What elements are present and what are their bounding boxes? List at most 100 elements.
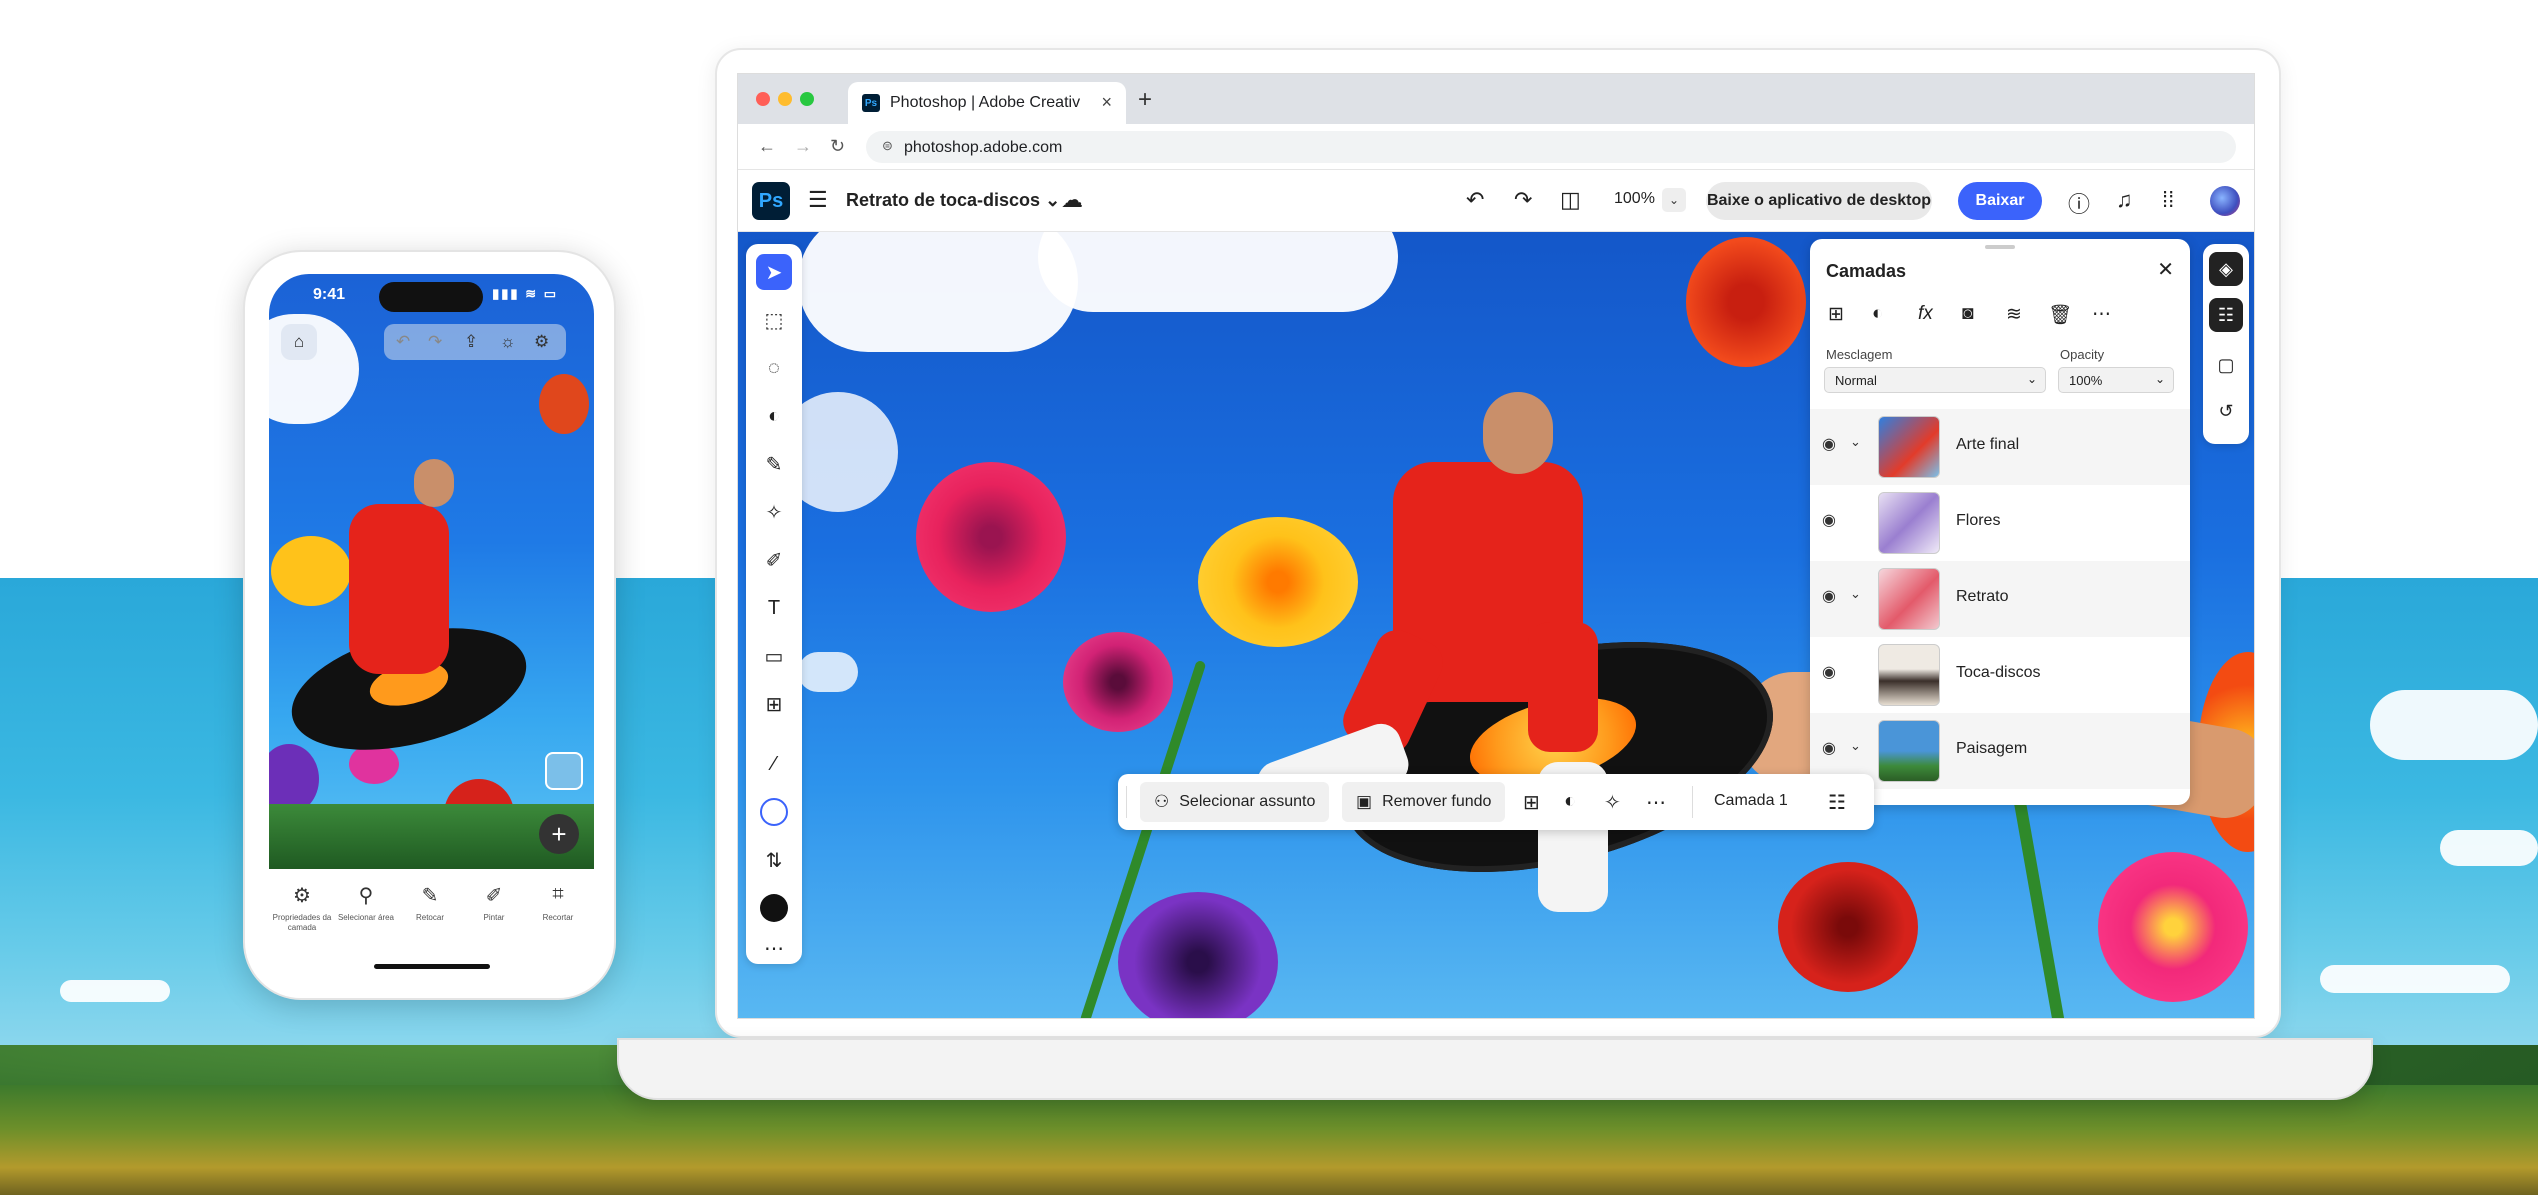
reload-icon[interactable]: ↻	[830, 136, 845, 157]
get-desktop-app-button[interactable]: Baixe o aplicativo de desktop	[1706, 182, 1932, 220]
phone-add-button[interactable]: +	[539, 814, 579, 854]
mask-icon[interactable]: ◙	[1962, 303, 1973, 325]
download-button[interactable]: Baixar	[1958, 182, 2042, 220]
visibility-eye-icon[interactable]: ◉	[1822, 662, 1836, 682]
phone-person-head	[414, 459, 454, 507]
type-tool-icon[interactable]: T	[756, 590, 792, 626]
quick-select-icon[interactable]: ◌	[756, 350, 792, 386]
phone-layer-thumbnail[interactable]	[545, 752, 583, 790]
select-tool-icon[interactable]: ➤	[756, 254, 792, 290]
visibility-eye-icon[interactable]: ◉	[1822, 738, 1836, 758]
visibility-eye-icon[interactable]: ◉	[1822, 586, 1836, 606]
swap-colors-icon[interactable]: ⇅	[756, 842, 792, 878]
layer-stack-icon[interactable]: ≋	[2006, 303, 2022, 326]
panel-grab-handle[interactable]	[1985, 245, 2015, 249]
eyedropper-icon[interactable]: ⁄	[756, 746, 792, 782]
chevron-down-icon: ⌄	[2154, 372, 2165, 386]
close-icon[interactable]: ✕	[2157, 257, 2174, 282]
redo-icon[interactable]: ↷	[1514, 187, 1532, 213]
phone-tool-crop[interactable]: ⌗ Recortar	[523, 883, 593, 923]
browser-tab[interactable]: Ps Photoshop | Adobe Creative C ×	[848, 82, 1126, 124]
phone-tool-retouch[interactable]: ✎ Retocar	[395, 883, 465, 923]
browser-window: Ps Photoshop | Adobe Creative C × + ← → …	[737, 73, 2255, 1019]
layers-panel-icon[interactable]: ◈	[2209, 252, 2243, 286]
foreground-color-swatch[interactable]	[760, 798, 788, 826]
comments-icon[interactable]: ▢	[2209, 348, 2243, 382]
generative-fill-icon[interactable]: ✧	[1604, 790, 1621, 815]
adjustment-icon[interactable]: ◐	[1564, 790, 1576, 813]
expand-chevron-icon[interactable]: ⌄	[1850, 738, 1861, 754]
phone-tool-select-area[interactable]: ⚲ Selecionar área	[331, 883, 401, 923]
remove-background-button[interactable]: ▣ Remover fundo	[1342, 782, 1506, 822]
home-icon[interactable]: ⌂	[281, 324, 317, 360]
add-layer-icon[interactable]: ⊞	[1828, 303, 1844, 326]
home-indicator[interactable]	[374, 964, 490, 969]
back-icon[interactable]: ←	[758, 136, 776, 157]
zoom-dropdown[interactable]: ⌄	[1662, 188, 1686, 212]
more-icon[interactable]: ⋯	[1646, 790, 1666, 815]
drag-handle[interactable]	[1126, 786, 1127, 818]
forward-icon[interactable]: →	[794, 136, 812, 157]
phone-tool-paint[interactable]: ✐ Pintar	[459, 883, 529, 923]
phone-time: 9:41	[313, 286, 346, 303]
flower-magenta-right	[2098, 852, 2248, 1002]
layer-thumbnail	[1878, 492, 1940, 554]
more-icon[interactable]: ⋯	[2092, 303, 2111, 326]
minimize-window-dot[interactable]	[778, 92, 792, 106]
background-color-swatch[interactable]	[760, 894, 788, 922]
add-image-icon[interactable]: ⊞	[1523, 790, 1540, 815]
settings-icon[interactable]: ⚙	[534, 332, 549, 352]
compare-icon[interactable]: ◫	[1560, 187, 1581, 213]
help-icon[interactable]: ⓘ	[2068, 187, 2090, 219]
active-layer-name[interactable]: Camada 1	[1714, 792, 1788, 810]
browser-tab-bar: Ps Photoshop | Adobe Creative C × +	[738, 74, 2254, 124]
expand-chevron-icon[interactable]: ⌄	[1850, 586, 1861, 602]
rectangle-icon[interactable]: ▭	[756, 638, 792, 674]
url-field[interactable]: ⊜ photoshop.adobe.com	[866, 131, 2236, 163]
adjustment-layer-icon[interactable]: ◐	[1872, 303, 1883, 325]
lightbulb-icon[interactable]: ☼	[500, 332, 516, 352]
visibility-eye-icon[interactable]: ◉	[1822, 434, 1836, 454]
layer-row[interactable]: ◉ ⌄ Retrato	[1810, 561, 2190, 637]
properties-panel-icon[interactable]: ☷	[2209, 298, 2243, 332]
opacity-select[interactable]: 100% ⌄	[2058, 367, 2174, 393]
undo-icon[interactable]: ↶	[396, 332, 410, 352]
photoshop-logo[interactable]: Ps	[752, 182, 790, 220]
select-subject-button[interactable]: ⚇ Selecionar assunto	[1140, 782, 1330, 822]
menu-icon[interactable]: ☰	[808, 187, 828, 213]
apps-grid-icon[interactable]: ⁞⁞	[2162, 187, 2174, 213]
new-tab-icon[interactable]: +	[1138, 86, 1152, 114]
close-tab-icon[interactable]: ×	[1101, 92, 1112, 113]
layer-row[interactable]: ◉ ⌄ Arte final	[1810, 409, 2190, 485]
share-icon[interactable]: ⇪	[464, 332, 478, 352]
phone-canvas[interactable]: 9:41 ▮▮▮ ≋ ▭ ⌂ ↶ ↷ ⇪ ☼ ⚙ +	[269, 274, 594, 869]
sliders-icon[interactable]: ☷	[1828, 790, 1846, 815]
undo-icon[interactable]: ↶	[1466, 187, 1484, 213]
phone-tool-layer-properties[interactable]: ⚙ Propriedades da camada	[269, 883, 337, 933]
healing-brush-icon[interactable]: ✎	[756, 446, 792, 482]
add-image-icon[interactable]: ⊞	[756, 686, 792, 722]
history-icon[interactable]: ↺	[2209, 394, 2243, 428]
fx-icon[interactable]: fx	[1918, 303, 1933, 325]
more-tools-icon[interactable]: ⋯	[756, 930, 792, 966]
layer-row[interactable]: ◉ Toca-discos	[1810, 637, 2190, 713]
avatar[interactable]	[2210, 186, 2240, 216]
maximize-window-dot[interactable]	[800, 92, 814, 106]
phone-signal-icons: ▮▮▮ ≋ ▭	[492, 286, 558, 301]
generative-fill-icon[interactable]: ✧	[756, 494, 792, 530]
document-title[interactable]: Retrato de toca-discos ⌄	[846, 190, 1060, 211]
brush-icon[interactable]: ✐	[756, 542, 792, 578]
trash-icon[interactable]: 🗑	[2048, 303, 2072, 327]
layer-row[interactable]: ◉ Flores	[1810, 485, 2190, 561]
layer-name: Flores	[1956, 512, 2001, 529]
cloud-icon[interactable]: ☁	[1061, 187, 1083, 213]
visibility-eye-icon[interactable]: ◉	[1822, 510, 1836, 530]
blend-mode-select[interactable]: Normal ⌄	[1824, 367, 2046, 393]
redo-icon[interactable]: ↷	[428, 332, 442, 352]
expand-chevron-icon[interactable]: ⌄	[1850, 434, 1861, 450]
site-info-icon[interactable]: ⊜	[882, 138, 893, 154]
close-window-dot[interactable]	[756, 92, 770, 106]
subject-select-icon[interactable]: ⬚	[756, 302, 792, 338]
adjustment-icon[interactable]: ◐	[756, 398, 792, 434]
bell-icon[interactable]: ♫	[2116, 187, 2133, 213]
